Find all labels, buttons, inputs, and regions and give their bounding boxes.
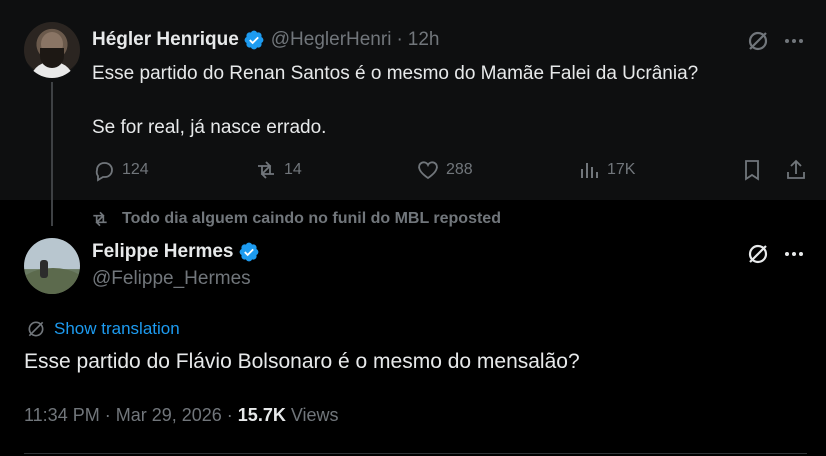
- author-name[interactable]: Hégler Henrique: [92, 29, 239, 51]
- divider: [24, 453, 807, 454]
- verified-icon: [244, 30, 264, 50]
- avatar[interactable]: [24, 22, 80, 78]
- bookmark-icon[interactable]: [740, 158, 764, 182]
- more-icon[interactable]: [782, 242, 806, 266]
- like-count: 288: [446, 161, 473, 178]
- views-button[interactable]: 17K: [577, 158, 635, 182]
- views-count: 17K: [607, 161, 636, 178]
- timestamp[interactable]: 12h: [408, 29, 440, 51]
- reply-button[interactable]: 124: [92, 158, 149, 182]
- grok-icon[interactable]: [746, 29, 770, 53]
- author-handle[interactable]: @HeglerHenri: [271, 29, 392, 51]
- tweet-text-line2: Se for real, já nasce errado.: [92, 117, 327, 138]
- separator: ·: [226, 405, 233, 425]
- share-icon[interactable]: [784, 158, 808, 182]
- tweet-date[interactable]: Mar 29, 2026: [116, 405, 222, 426]
- tweet-text-line1: Esse partido do Renan Santos é o mesmo d…: [92, 63, 699, 84]
- tweet-meta: 11:34 PM · Mar 29, 2026 · 15.7K Views: [24, 405, 339, 426]
- tweet-text: Esse partido do Flávio Bolsonaro é o mes…: [24, 350, 580, 373]
- like-button[interactable]: 288: [416, 158, 473, 182]
- verified-icon: [239, 242, 258, 262]
- reply-icon: [95, 162, 113, 182]
- author-name[interactable]: Felippe Hermes: [92, 241, 234, 263]
- views-label: Views: [290, 405, 339, 425]
- quoted-parent-tweet[interactable]: Hégler Henrique @HeglerHenri · 12h Esse …: [0, 0, 826, 226]
- grok-icon[interactable]: [746, 242, 770, 266]
- repost-icon: [93, 211, 107, 227]
- thread-line: [51, 82, 53, 226]
- repost-count: 14: [284, 161, 302, 178]
- show-translation-label[interactable]: Show translation: [54, 319, 180, 339]
- separator: ·: [104, 405, 111, 425]
- like-icon: [418, 161, 438, 180]
- tweet-time[interactable]: 11:34 PM: [24, 405, 100, 426]
- views-icon: [581, 163, 598, 178]
- repost-icon: [258, 161, 274, 179]
- avatar[interactable]: [24, 238, 80, 294]
- repost-banner[interactable]: Todo dia alguem caindo no funil do MBL r…: [90, 208, 501, 230]
- view-count[interactable]: 15.7K: [238, 405, 286, 426]
- reply-count: 124: [122, 161, 149, 178]
- repost-button[interactable]: 14: [254, 158, 302, 182]
- translate-icon: [28, 321, 44, 337]
- more-icon[interactable]: [782, 29, 806, 53]
- show-translation-link[interactable]: Show translation: [26, 318, 180, 340]
- author-handle[interactable]: @Felippe_Hermes: [92, 268, 251, 290]
- repost-banner-text: Todo dia alguem caindo no funil do MBL r…: [122, 210, 501, 227]
- separator: ·: [396, 29, 403, 50]
